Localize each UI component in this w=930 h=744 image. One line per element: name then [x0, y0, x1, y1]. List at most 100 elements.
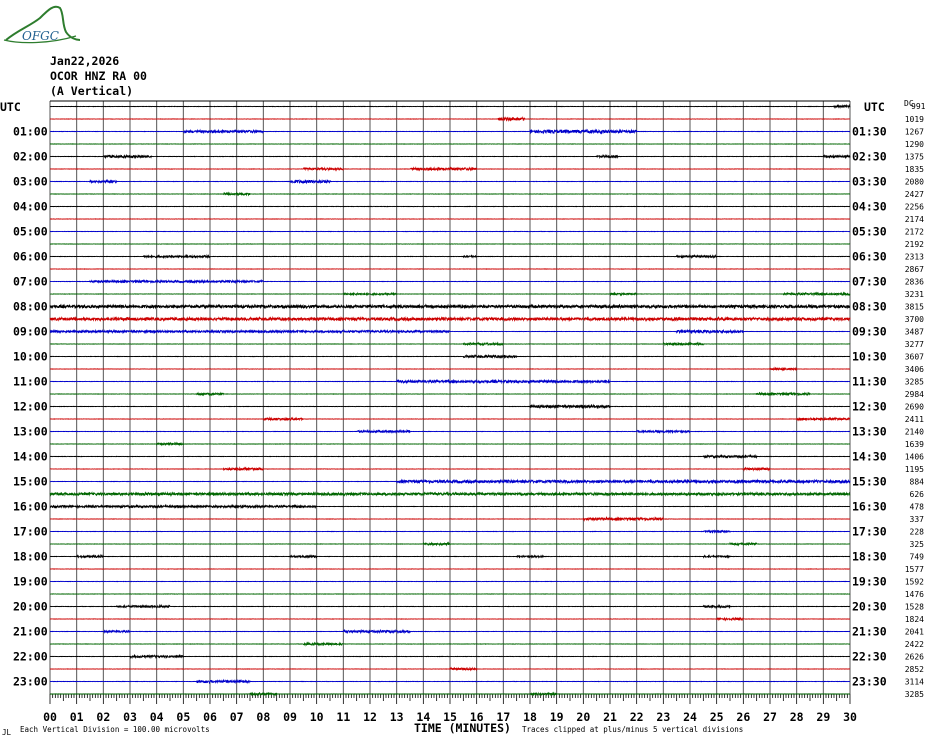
hour-label-right: 07:30 — [852, 275, 887, 289]
dc-offset-value: 2174 — [905, 215, 924, 224]
trace-line — [49, 378, 851, 385]
x-tick-label: 02 — [96, 710, 110, 724]
dc-offset-value: 1406 — [905, 453, 924, 462]
x-tick-label: 18 — [523, 710, 537, 724]
dc-offset-value: 2690 — [905, 403, 924, 412]
hour-label-left: 13:00 — [13, 425, 48, 439]
hour-label-left: 22:00 — [13, 650, 48, 664]
dc-offset-value: 2836 — [905, 278, 924, 287]
x-tick-label: 12 — [363, 710, 377, 724]
dc-offset-value: 1476 — [905, 590, 924, 599]
dc-offset-value: 1639 — [905, 440, 924, 449]
dc-offset-value: 2852 — [905, 665, 924, 674]
x-axis-title: TIME (MINUTES) — [414, 721, 511, 735]
hour-label-left: 04:00 — [13, 200, 48, 214]
hour-label-right: 13:30 — [852, 425, 887, 439]
trace-line — [49, 491, 851, 497]
dc-offset-value: 1824 — [905, 615, 924, 624]
hour-label-left: 06:00 — [13, 250, 48, 264]
hour-label-right: 11:30 — [852, 375, 887, 389]
hour-label-right: 08:30 — [852, 300, 887, 314]
hour-label-left: 20:00 — [13, 600, 48, 614]
x-tick-label: 09 — [283, 710, 297, 724]
hour-label-left: 05:00 — [13, 225, 48, 239]
x-tick-label: 01 — [70, 710, 84, 724]
dc-offset-value: 884 — [910, 478, 925, 487]
trace-line — [49, 166, 851, 172]
x-tick-label: 04 — [150, 710, 164, 724]
x-tick-label: 30 — [843, 710, 857, 724]
plot-labels: UTC UTC DC 991 00 01 02 03 04 05 06 07 08 09 10 11 1… — [0, 99, 926, 724]
dc-offset-value: 2140 — [905, 428, 924, 437]
dc-offset-value: 3277 — [905, 340, 924, 349]
dc-offset-value: 3231 — [905, 290, 924, 299]
trace-line — [49, 315, 851, 323]
hour-label-left: 03:00 — [13, 175, 48, 189]
footer-corner: JL — [2, 728, 12, 737]
dc-offset-value: 2080 — [905, 178, 924, 187]
dc-offset-value: 1528 — [905, 603, 924, 612]
dc-offset-value: 1577 — [905, 565, 924, 574]
x-tick-label: 22 — [630, 710, 644, 724]
hour-label-right: 06:30 — [852, 250, 887, 264]
hour-label-left: 18:00 — [13, 550, 48, 564]
dc-offset-value: 2626 — [905, 653, 924, 662]
dc-offset-value: 2172 — [905, 228, 924, 237]
dc-offset-value: 3487 — [905, 328, 924, 337]
x-tick-label: 28 — [790, 710, 804, 724]
x-tick-label: 10 — [310, 710, 324, 724]
utc-left-label: UTC — [0, 100, 21, 114]
dc-offset-value: 3607 — [905, 353, 924, 362]
dc-offset-value: 1267 — [905, 128, 924, 137]
helicorder-plot: UTC UTC DC 991 00 01 02 03 04 05 06 07 08 09 10 11 1… — [0, 99, 926, 737]
dc-offset-value: 2192 — [905, 240, 924, 249]
x-tick-label: 08 — [256, 710, 270, 724]
hour-label-left: 09:00 — [13, 325, 48, 339]
hour-label-right: 01:30 — [852, 125, 887, 139]
vertical-division-note: Each Vertical Division = 100.00 microvol… — [20, 725, 210, 734]
x-tick-label: 29 — [816, 710, 830, 724]
hour-label-left: 19:00 — [13, 575, 48, 589]
dc-offset-value: 2422 — [905, 640, 924, 649]
hour-label-right: 19:30 — [852, 575, 887, 589]
trace-line — [49, 666, 851, 672]
hour-label-left: 11:00 — [13, 375, 48, 389]
dc-offset-value: 2427 — [905, 190, 924, 199]
dc-offset-value: 2411 — [905, 415, 924, 424]
dc-offset-value: 3700 — [905, 315, 924, 324]
hour-label-right: 16:30 — [852, 500, 887, 514]
x-tick-label: 05 — [176, 710, 190, 724]
dc-offset-value: 1375 — [905, 153, 924, 162]
hour-label-left: 08:00 — [13, 300, 48, 314]
x-tick-label: 11 — [336, 710, 350, 724]
dc-offset-value: 325 — [910, 540, 925, 549]
hour-label-right: 10:30 — [852, 350, 887, 364]
hour-label-right: 02:30 — [852, 150, 887, 164]
hour-label-left: 17:00 — [13, 525, 48, 539]
dc-offset-value: 1019 — [905, 115, 924, 124]
hour-label-right: 03:30 — [852, 175, 887, 189]
hour-label-right: 14:30 — [852, 450, 887, 464]
top-right-value: 991 — [911, 102, 926, 111]
hour-label-left: 23:00 — [13, 675, 48, 689]
dc-offset-value: 2041 — [905, 628, 924, 637]
hour-label-left: 07:00 — [13, 275, 48, 289]
dc-offset-value: 337 — [910, 515, 925, 524]
dc-offset-value: 749 — [910, 553, 925, 562]
dc-offset-value: 1290 — [905, 140, 924, 149]
dc-offset-value: 2313 — [905, 253, 924, 262]
hour-label-right: 09:30 — [852, 325, 887, 339]
x-tick-label: 00 — [43, 710, 57, 724]
x-tick-label: 07 — [230, 710, 244, 724]
hour-label-right: 04:30 — [852, 200, 887, 214]
hour-label-right: 20:30 — [852, 600, 887, 614]
x-tick-label: 19 — [550, 710, 564, 724]
dc-offset-value: 3406 — [905, 365, 924, 374]
dc-offset-value: 2867 — [905, 265, 924, 274]
hour-label-left: 02:00 — [13, 150, 48, 164]
hour-label-left: 21:00 — [13, 625, 48, 639]
hour-label-left: 10:00 — [13, 350, 48, 364]
x-tick-label: 25 — [710, 710, 724, 724]
x-tick-label: 13 — [390, 710, 404, 724]
dc-offset-value: 2984 — [905, 390, 924, 399]
